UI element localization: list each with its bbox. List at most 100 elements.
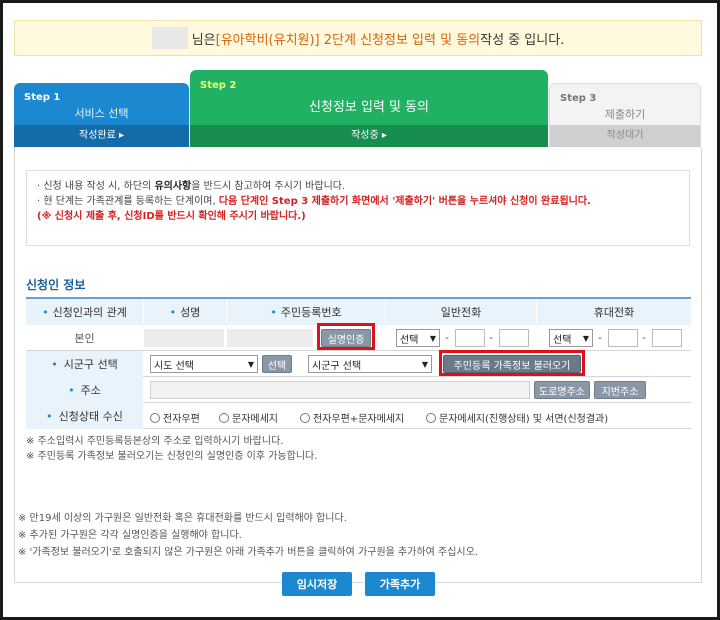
step-1-tab[interactable]: Step 1 서비스 선택 작성완료 ▸ xyxy=(14,83,189,147)
receive-option-label: 문자메세지(진행상태) 및 서면(신청결과) xyxy=(439,414,609,425)
row-relation: 본인 xyxy=(74,332,95,345)
sido-select[interactable]: 시도 선택 ▼ xyxy=(150,355,258,373)
highlight-box-load-family xyxy=(439,350,585,376)
dash-separator: - xyxy=(445,331,449,344)
district-label-text: 시군구 선택 xyxy=(63,358,118,371)
notice-line-1-bold: 유의사항 xyxy=(154,181,192,192)
header-mobile: 휴대전화 xyxy=(537,299,691,325)
table-note-1: ※ 주소입력시 주민등록등본상의 주소로 입력하시기 바랍니다. xyxy=(26,436,284,447)
step-2-number: Step 2 xyxy=(200,80,237,91)
sido-select-value: 시도 선택 xyxy=(154,360,194,372)
table-row: • 주소 도로명주소 지번주소 xyxy=(26,377,691,403)
sigungu-select-value: 시군구 선택 xyxy=(312,360,362,372)
mobile-prefix-select-value: 선택 xyxy=(553,334,572,346)
bottom-note-1: ※ 만19세 이상의 가구원은 일반전화 혹은 휴대전화를 반드시 입력해야 합… xyxy=(18,513,347,524)
add-family-button[interactable]: 가족추가 xyxy=(365,572,435,596)
step-2-tab[interactable]: Step 2 신청정보 입력 및 동의 작성중 ▸ xyxy=(190,70,548,147)
step-2-name: 신청정보 입력 및 동의 xyxy=(308,100,430,115)
select-button[interactable]: 선택 xyxy=(262,355,292,373)
receive-option-email-sms[interactable]: 전자우편+문자메세지 xyxy=(300,410,404,425)
applicant-table: • 신청인과의 관계 • 성명 • 주민등록번호 일반전화 휴대전화 본인 실명인증 … xyxy=(26,297,691,429)
user-name-redacted xyxy=(151,27,188,49)
mobile-middle-input[interactable] xyxy=(608,329,638,347)
address-input[interactable] xyxy=(150,381,530,399)
notice-line-1: · 신청 내용 작성 시, 하단의 유의사항을 반드시 참고하여 주시기 바랍니… xyxy=(37,179,679,194)
notice-line-3-red: (※ 신청시 제출 후, 신청ID를 반드시 확인해 주시기 바랍니다.) xyxy=(37,211,306,222)
dash-separator: - xyxy=(598,331,602,344)
sigungu-select[interactable]: 시군구 선택 ▼ xyxy=(308,355,432,373)
receive-label-text: 신청상태 수신 xyxy=(58,410,123,423)
phone-last-input[interactable] xyxy=(499,329,529,347)
table-row: • 시군구 선택 시도 선택 ▼ 선택 시군구 선택 ▼ 주민등록 가족정보 불러오기 xyxy=(26,351,691,377)
name-redacted xyxy=(144,329,224,347)
header-name: • 성명 xyxy=(144,299,226,325)
header-mobile-label: 휴대전화 xyxy=(593,306,635,319)
header-name-label: 성명 xyxy=(180,306,201,319)
chevron-down-icon: ▼ xyxy=(421,359,428,369)
required-star-icon: • xyxy=(46,409,53,423)
phone-area-select-value: 선택 xyxy=(400,334,419,346)
header-phone-label: 일반전화 xyxy=(440,306,482,319)
notice-line-1-pre: · 신청 내용 작성 시, 하단의 xyxy=(37,181,155,192)
address-label: • 주소 xyxy=(26,377,143,403)
road-address-button[interactable]: 도로명주소 xyxy=(534,381,590,399)
step-1-name: 서비스 선택 xyxy=(74,107,129,120)
required-star-icon: • xyxy=(68,383,75,397)
banner-suffix: 작성 중 입니다. xyxy=(480,32,565,48)
header-rrn: • 주민등록번호 xyxy=(227,299,385,325)
receive-option-label: 전자우편+문자메세지 xyxy=(313,414,405,425)
mobile-prefix-select[interactable]: 선택 ▼ xyxy=(549,329,593,347)
notice-line-2-pre: · 현 단계는 가족관계를 등록하는 단계이며, xyxy=(37,196,219,207)
step-3-name: 제출하기 xyxy=(604,108,646,121)
chevron-down-icon: ▼ xyxy=(247,359,254,369)
radio-icon[interactable] xyxy=(300,412,310,423)
radio-icon[interactable] xyxy=(426,412,436,423)
step-3-status: 작성대기 xyxy=(550,125,700,147)
banner-highlight: [유아학비(유치원)] 2단계 신청정보 입력 및 동의 xyxy=(215,32,481,48)
header-phone: 일반전화 xyxy=(386,299,536,325)
required-star-icon: • xyxy=(51,357,58,371)
bottom-note-2: ※ 추가된 가구원은 각각 실명인증을 실행해야 합니다. xyxy=(18,530,242,541)
table-note-2: ※ 주민등록 가족정보 불러오기는 신청인의 실명인증 이후 가능합니다. xyxy=(26,451,318,462)
highlight-box-verify xyxy=(317,323,375,350)
banner-prefix: 님은 xyxy=(191,32,216,48)
radio-icon[interactable] xyxy=(219,412,229,423)
step-1-status: 작성완료 ▸ xyxy=(14,125,189,147)
dash-separator: - xyxy=(489,331,493,344)
lot-address-button[interactable]: 지번주소 xyxy=(594,381,646,399)
header-relation: • 신청인과의 관계 xyxy=(26,299,143,325)
receive-label: • 신청상태 수신 xyxy=(26,403,143,429)
district-label: • 시군구 선택 xyxy=(26,351,143,377)
header-relation-label: 신청인과의 관계 xyxy=(52,306,127,319)
table-notes: ※ 주소입력시 주민등록등본상의 주소로 입력하시기 바랍니다. ※ 주민등록 … xyxy=(26,434,317,464)
table-header-row: • 신청인과의 관계 • 성명 • 주민등록번호 일반전화 휴대전화 xyxy=(26,299,691,325)
phone-area-select[interactable]: 선택 ▼ xyxy=(396,329,440,347)
step-3-tab[interactable]: Step 3 제출하기 작성대기 xyxy=(549,83,701,147)
notice-line-2: · 현 단계는 가족관계를 등록하는 단계이며, 다음 단계인 Step 3 제… xyxy=(37,194,679,209)
phone-middle-input[interactable] xyxy=(455,329,485,347)
dash-separator: - xyxy=(642,331,646,344)
rrn-redacted xyxy=(227,329,313,347)
table-row: • 신청상태 수신 전자우편 문자메세지 전자우편+문자메세지 문자메세지(진행상… xyxy=(26,403,691,429)
chevron-down-icon: ▼ xyxy=(429,333,436,343)
section-title: 신청인 정보 xyxy=(26,278,86,292)
status-banner: 님은 [유아학비(유치원)] 2단계 신청정보 입력 및 동의 작성 중 입니다… xyxy=(14,20,702,56)
header-rrn-label: 주민등록번호 xyxy=(280,306,342,319)
notice-box: · 신청 내용 작성 시, 하단의 유의사항을 반드시 참고하여 주시기 바랍니… xyxy=(26,170,690,246)
notice-line-1-post: 을 반드시 참고하여 주시기 바랍니다. xyxy=(191,181,346,192)
step-3-number: Step 3 xyxy=(560,93,597,104)
notice-line-3: (※ 신청시 제출 후, 신청ID를 반드시 확인해 주시기 바랍니다.) xyxy=(37,209,679,224)
temp-save-button[interactable]: 임시저장 xyxy=(282,572,352,596)
receive-option-label: 전자우편 xyxy=(163,414,200,425)
radio-icon[interactable] xyxy=(150,412,160,423)
receive-option-label: 문자메세지 xyxy=(232,414,278,425)
required-star-icon: • xyxy=(270,305,277,319)
required-star-icon: • xyxy=(42,305,49,319)
receive-option-sms[interactable]: 문자메세지 xyxy=(219,410,278,425)
mobile-last-input[interactable] xyxy=(652,329,682,347)
notice-line-2-red: 다음 단계인 Step 3 제출하기 화면에서 '제출하기' 버튼을 누르셔야 … xyxy=(218,196,591,207)
step-1-number: Step 1 xyxy=(24,92,61,103)
address-label-text: 주소 xyxy=(80,384,101,397)
receive-option-sms-mail[interactable]: 문자메세지(진행상태) 및 서면(신청결과) xyxy=(426,410,608,425)
receive-option-email[interactable]: 전자우편 xyxy=(150,410,200,425)
